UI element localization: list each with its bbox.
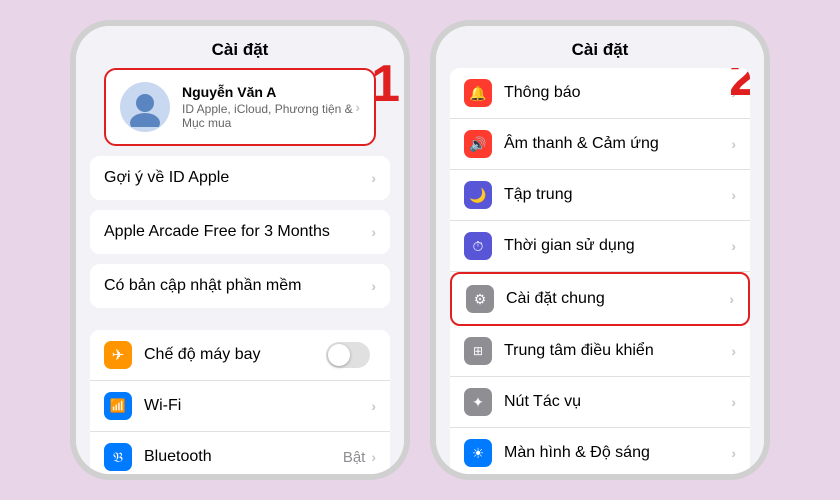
display-label: Màn hình & Độ sáng — [504, 444, 731, 462]
arcade-text: Apple Arcade Free for 3 Months — [104, 223, 371, 241]
chevron-icon: › — [731, 187, 736, 203]
notification-label: Thông báo — [504, 84, 731, 102]
connectivity-group: ✈ Chế độ máy bay 📶 Wi-Fi › — [90, 330, 390, 474]
screentime-item[interactable]: ⏱ Thời gian sử dụng › — [450, 221, 750, 272]
airplane-toggle[interactable] — [326, 342, 370, 368]
chevron-icon: › — [731, 343, 736, 359]
arcade-item[interactable]: Apple Arcade Free for 3 Months › — [90, 210, 390, 254]
bluetooth-icon: 𝔅 — [104, 443, 132, 471]
chevron-icon: › — [731, 136, 736, 152]
notification-item[interactable]: 🔔 Thông báo › — [450, 68, 750, 119]
general-label: Cài đặt chung — [506, 290, 729, 308]
display-icon: ☀ — [464, 439, 492, 467]
bluetooth-label: Bluetooth — [144, 448, 343, 466]
control-center-item[interactable]: ⊞ Trung tâm điều khiển › — [450, 326, 750, 377]
main-settings-group: 🔔 Thông báo › 🔊 Âm thanh & Cảm ứng › — [450, 68, 750, 474]
profile-name: Nguyễn Văn A — [182, 84, 355, 100]
step-badge-2: 2 — [729, 68, 750, 104]
bluetooth-item[interactable]: 𝔅 Bluetooth Bật › — [90, 432, 390, 474]
chevron-icon: › — [731, 394, 736, 410]
chevron-icon: › — [371, 224, 376, 240]
control-center-icon: ⊞ — [464, 337, 492, 365]
chevron-icon: › — [355, 99, 360, 115]
update-text: Có bản cập nhật phần mềm — [104, 277, 371, 295]
wifi-icon: 📶 — [104, 392, 132, 420]
wifi-item[interactable]: 📶 Wi-Fi › — [90, 381, 390, 432]
control-center-label: Trung tâm điều khiển — [504, 342, 731, 360]
phone-1: Cài đặt Nguyễn Văn A ID Apple, iCloud, P… — [70, 20, 410, 480]
chevron-icon: › — [371, 398, 376, 414]
general-item[interactable]: ⚙ Cài đặt chung › — [450, 272, 750, 326]
action-icon: ✦ — [464, 388, 492, 416]
focus-icon: 🌙 — [464, 181, 492, 209]
phone1-title: Cài đặt — [76, 26, 404, 68]
airplane-icon: ✈ — [104, 341, 132, 369]
phone2-title: Cài đặt — [436, 26, 764, 68]
step-badge-1: 1 — [371, 58, 400, 110]
bluetooth-value: Bật — [343, 449, 366, 466]
chevron-icon: › — [729, 291, 734, 307]
action-button-item[interactable]: ✦ Nút Tác vụ › — [450, 377, 750, 428]
phone-2: Cài đặt 🔔 Thông báo › 🔊 Âm thanh & Cảm ứ… — [430, 20, 770, 480]
sound-icon: 🔊 — [464, 130, 492, 158]
update-item[interactable]: Có bản cập nhật phần mềm › — [90, 264, 390, 308]
wifi-label: Wi-Fi — [144, 397, 371, 415]
phones-container: Cài đặt Nguyễn Văn A ID Apple, iCloud, P… — [70, 20, 770, 480]
chevron-icon: › — [371, 449, 376, 465]
avatar — [120, 82, 170, 132]
profile-section: Nguyễn Văn A ID Apple, iCloud, Phương ti… — [90, 68, 390, 146]
action-label: Nút Tác vụ — [504, 393, 731, 411]
airplane-label: Chế độ máy bay — [144, 346, 326, 364]
screentime-icon: ⏱ — [464, 232, 492, 260]
chevron-icon: › — [371, 170, 376, 186]
chevron-icon: › — [371, 278, 376, 294]
profile-sub: ID Apple, iCloud, Phương tiện & Mục mua — [182, 102, 355, 130]
display-item[interactable]: ☀ Màn hình & Độ sáng › — [450, 428, 750, 474]
sound-item[interactable]: 🔊 Âm thanh & Cảm ứng › — [450, 119, 750, 170]
suggest-text: Gợi ý về ID Apple — [104, 169, 371, 187]
focus-label: Tập trung — [504, 186, 731, 204]
suggest-item[interactable]: Gợi ý về ID Apple › — [90, 156, 390, 200]
chevron-icon: › — [731, 238, 736, 254]
focus-item[interactable]: 🌙 Tập trung › — [450, 170, 750, 221]
general-icon: ⚙ — [466, 285, 494, 313]
screentime-label: Thời gian sử dụng — [504, 237, 731, 255]
airplane-mode-item[interactable]: ✈ Chế độ máy bay — [90, 330, 390, 381]
profile-info: Nguyễn Văn A ID Apple, iCloud, Phương ti… — [182, 84, 355, 130]
sound-label: Âm thanh & Cảm ứng — [504, 135, 731, 153]
notification-icon: 🔔 — [464, 79, 492, 107]
profile-item[interactable]: Nguyễn Văn A ID Apple, iCloud, Phương ti… — [104, 68, 376, 146]
chevron-icon: › — [731, 445, 736, 461]
